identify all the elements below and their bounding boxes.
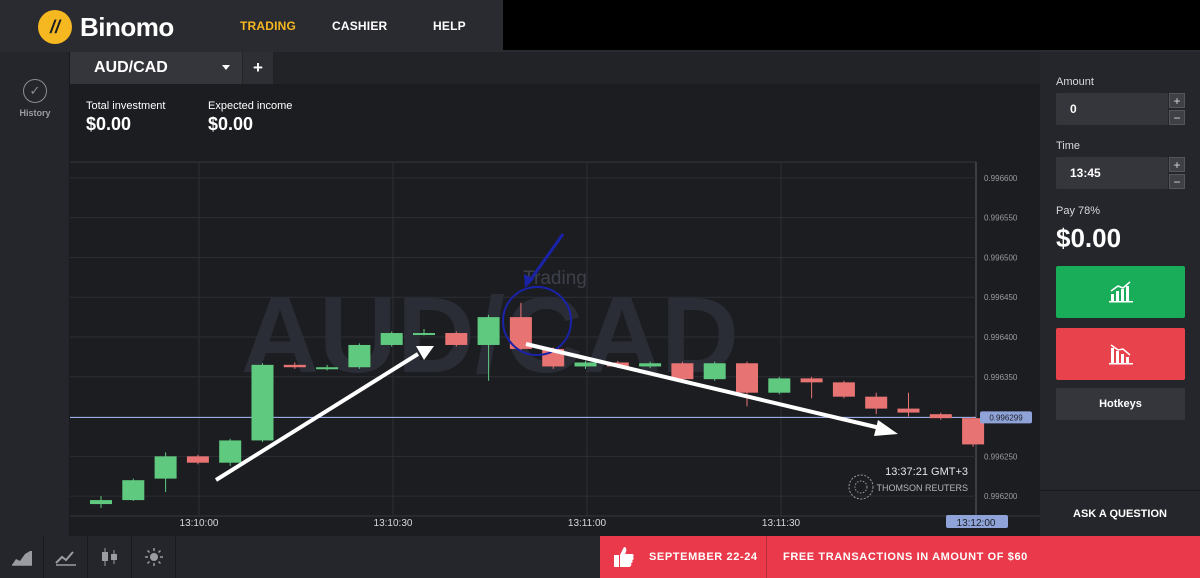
payout-label: Pay 78% bbox=[1056, 205, 1101, 217]
asset-tab[interactable]: AUD/CAD bbox=[70, 52, 242, 84]
logo-mark-icon: // bbox=[38, 10, 72, 44]
price-tick-label: 0.996350 bbox=[984, 373, 1018, 382]
trend-up-icon bbox=[1108, 281, 1133, 303]
ask-question-button[interactable]: ASK A QUESTION bbox=[1040, 508, 1200, 520]
time-tick-label: 13:12:00 bbox=[957, 518, 996, 529]
promo-date: SEPTEMBER 22-24 bbox=[649, 551, 758, 563]
price-tick-label: 0.996600 bbox=[984, 174, 1018, 183]
logo-text: Binomo bbox=[80, 11, 174, 42]
time-decrease-button[interactable]: − bbox=[1169, 174, 1185, 189]
candle[interactable] bbox=[251, 363, 274, 443]
candle[interactable] bbox=[348, 343, 371, 369]
put-down-button[interactable] bbox=[1056, 328, 1185, 380]
hotkeys-button[interactable]: Hotkeys bbox=[1056, 388, 1185, 420]
asset-tab-bar: AUD/CAD + bbox=[70, 52, 1040, 84]
candle[interactable] bbox=[703, 361, 726, 381]
theme-button[interactable] bbox=[132, 536, 176, 578]
current-price-label: 0.996299 bbox=[989, 413, 1023, 422]
price-tick-label: 0.996500 bbox=[984, 253, 1018, 262]
amount-label: Amount bbox=[1056, 76, 1094, 88]
trend-down-icon bbox=[1108, 344, 1133, 365]
price-tick-label: 0.996400 bbox=[984, 333, 1018, 342]
price-tick-label: 0.996250 bbox=[984, 452, 1018, 461]
candle[interactable] bbox=[380, 331, 403, 347]
candles-button[interactable] bbox=[88, 536, 132, 578]
nav-cashier[interactable]: CASHIER bbox=[332, 19, 387, 33]
candle[interactable] bbox=[219, 438, 242, 466]
nav-help[interactable]: HELP bbox=[433, 19, 466, 33]
price-chart[interactable]: AUD/CAD Trading 0.9966000.9965500.996500… bbox=[70, 84, 1040, 536]
expected-income-label: Expected income bbox=[208, 100, 293, 112]
area-chart-button[interactable] bbox=[0, 536, 44, 578]
price-tick-label: 0.996450 bbox=[984, 293, 1018, 302]
checkmark-circle-icon: ✓ bbox=[23, 79, 47, 103]
add-asset-button[interactable]: + bbox=[243, 52, 273, 84]
chart-clock: 13:37:21 GMT+3 bbox=[885, 466, 968, 478]
time-increase-button[interactable]: + bbox=[1169, 157, 1185, 172]
top-bar: // Binomo TRADING CASHIER HELP bbox=[0, 0, 1200, 52]
sun-icon bbox=[144, 548, 163, 566]
candle[interactable] bbox=[832, 380, 855, 399]
total-investment: Total investment $0.00 bbox=[86, 100, 165, 135]
brand-logo[interactable]: // Binomo bbox=[38, 10, 174, 44]
amount-increase-button[interactable]: + bbox=[1169, 93, 1185, 108]
price-tick-label: 0.996200 bbox=[984, 492, 1018, 501]
time-label: Time bbox=[1056, 140, 1081, 152]
promo-divider bbox=[766, 536, 767, 578]
trade-panel: Amount 0 + − Time 13:45 + − Pay 78% $0.0… bbox=[1040, 52, 1200, 536]
nav-trading[interactable]: TRADING bbox=[240, 19, 296, 33]
time-input[interactable]: 13:45 bbox=[1056, 157, 1168, 189]
candle[interactable] bbox=[445, 331, 468, 347]
chevron-down-icon[interactable] bbox=[222, 65, 230, 70]
left-sidebar: ✓ History bbox=[0, 52, 70, 536]
price-tick-label: 0.996550 bbox=[984, 214, 1018, 223]
time-tick-label: 13:11:00 bbox=[568, 518, 607, 529]
divider bbox=[1040, 490, 1200, 491]
asset-tab-label: AUD/CAD bbox=[94, 59, 168, 76]
time-tick-label: 13:10:00 bbox=[180, 518, 219, 529]
candles-icon bbox=[101, 548, 117, 566]
header-banner-area bbox=[503, 0, 1200, 50]
expected-income: Expected income $0.00 bbox=[208, 100, 292, 135]
candle[interactable] bbox=[768, 376, 791, 395]
area-chart-icon bbox=[11, 551, 32, 566]
history-label: History bbox=[19, 108, 51, 118]
time-tick-label: 13:11:30 bbox=[762, 518, 801, 529]
line-chart-button[interactable] bbox=[44, 536, 88, 578]
time-tick-label: 13:10:30 bbox=[374, 518, 413, 529]
thumbs-up-icon bbox=[614, 547, 634, 567]
amount-decrease-button[interactable]: − bbox=[1169, 110, 1185, 125]
total-investment-label: Total investment bbox=[86, 100, 166, 112]
candle[interactable] bbox=[122, 478, 145, 501]
payout-value: $0.00 bbox=[1056, 223, 1122, 253]
call-up-button[interactable] bbox=[1056, 266, 1185, 318]
total-investment-value: $0.00 bbox=[86, 114, 132, 134]
expected-income-value: $0.00 bbox=[208, 114, 254, 134]
data-provider: THOMSON REUTERS bbox=[876, 483, 968, 493]
amount-input[interactable]: 0 bbox=[1056, 93, 1168, 125]
promo-message: FREE TRANSACTIONS IN AMOUNT OF $60 bbox=[783, 551, 1028, 563]
line-chart-icon bbox=[54, 551, 76, 566]
promo-banner[interactable]: SEPTEMBER 22-24 FREE TRANSACTIONS IN AMO… bbox=[600, 536, 1200, 578]
